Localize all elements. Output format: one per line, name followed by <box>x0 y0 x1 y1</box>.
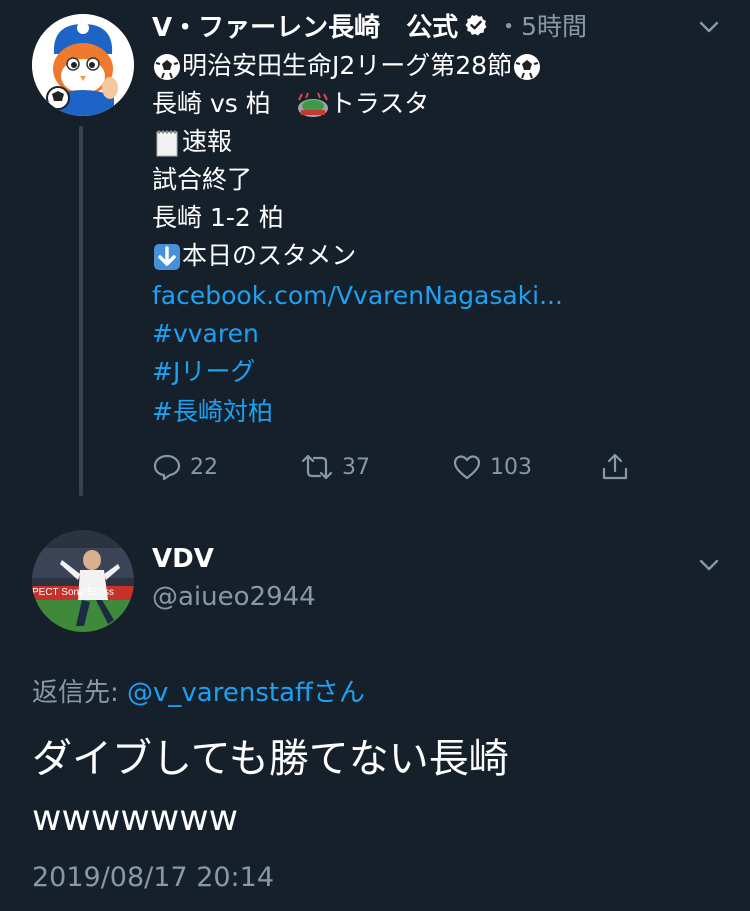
soccer-player-photo-icon <box>32 530 134 632</box>
reply-count: 22 <box>190 454 218 480</box>
tweet2-timestamp: 2019/08/17 20:14 <box>32 862 275 893</box>
avatar-vdv[interactable]: PECT Sony Ericss <box>32 530 134 632</box>
verified-badge-icon <box>464 13 488 37</box>
tweet1-line-7-text: 本日のスタメン <box>182 241 357 270</box>
tweet1-link[interactable]: facebook.com/VvarenNagasaki... <box>152 280 563 312</box>
tweet2-text-2: wwwwwww <box>32 798 239 839</box>
tweet1-line-4: 速報 <box>152 126 232 158</box>
like-count: 103 <box>490 454 532 480</box>
down-arrow-icon <box>154 244 180 270</box>
hashtag-jleague[interactable]: #Jリーグ <box>152 356 255 388</box>
tweet1-line-2: 長崎 vs 柏 トラスタ <box>152 88 429 120</box>
tweet2-handle[interactable]: @aiueo2944 <box>152 582 316 612</box>
retweet-count: 37 <box>342 454 370 480</box>
like-button[interactable]: 103 <box>452 452 532 482</box>
heart-icon <box>453 455 481 480</box>
tweet1-time[interactable]: ・5時間 <box>496 7 587 43</box>
tweet2-display-name[interactable]: VDV <box>152 544 214 574</box>
retweet-icon <box>301 454 333 480</box>
hashtag-nagasaki-vs-kashiwa[interactable]: #長崎対柏 <box>152 396 273 428</box>
tweet1-line-6: 長崎 1-2 柏 <box>152 203 284 232</box>
tweet2-menu-chevron-icon[interactable] <box>696 552 722 582</box>
tweet2-text: ダイブしても勝てない長崎 <box>32 736 509 782</box>
stadium-icon <box>297 92 328 117</box>
tweet1-line-3-text: トラスタ <box>329 89 430 118</box>
mascot-avatar-icon <box>32 14 134 116</box>
tweet1-display-name[interactable]: V・ファーレン長崎 公式 <box>152 7 458 44</box>
soccer-ball-icon <box>514 54 541 80</box>
reply-to-line: 返信先: @v_varenstaffさん <box>32 672 365 709</box>
retweet-button[interactable]: 37 <box>300 452 370 482</box>
share-button[interactable] <box>600 452 638 482</box>
tweet1-menu-chevron-icon[interactable] <box>696 14 722 44</box>
tweet1-line-2-text: 長崎 vs 柏 <box>152 89 296 118</box>
tweet1-line-1: 明治安田生命J2リーグ第28節 <box>152 50 542 82</box>
reply-to-user[interactable]: @v_varenstaff <box>127 678 313 708</box>
tweet1-line-4-text: 速報 <box>182 127 233 156</box>
reply-to-suffix: さん <box>312 678 365 708</box>
notepad-icon <box>156 130 178 157</box>
reply-icon <box>153 454 181 481</box>
tweet1-line-5: 試合終了 <box>152 165 253 194</box>
hashtag-vvaren[interactable]: #vvaren <box>152 318 259 350</box>
avatar-v-varen[interactable] <box>32 14 134 116</box>
reply-button[interactable]: 22 <box>152 452 218 482</box>
thread-line <box>79 126 83 496</box>
soccer-ball-icon <box>154 54 180 80</box>
reply-to-prefix: 返信先: <box>32 678 128 708</box>
avatar-banner-text: PECT Sony Ericss <box>32 587 115 598</box>
tweet1-line-1-text: 明治安田生命J2リーグ第28節 <box>182 51 513 80</box>
tweet1-line-7: 本日のスタメン <box>152 240 356 272</box>
tweet1-header: V・ファーレン長崎 公式 ・5時間 <box>152 6 587 44</box>
share-icon <box>602 453 628 480</box>
